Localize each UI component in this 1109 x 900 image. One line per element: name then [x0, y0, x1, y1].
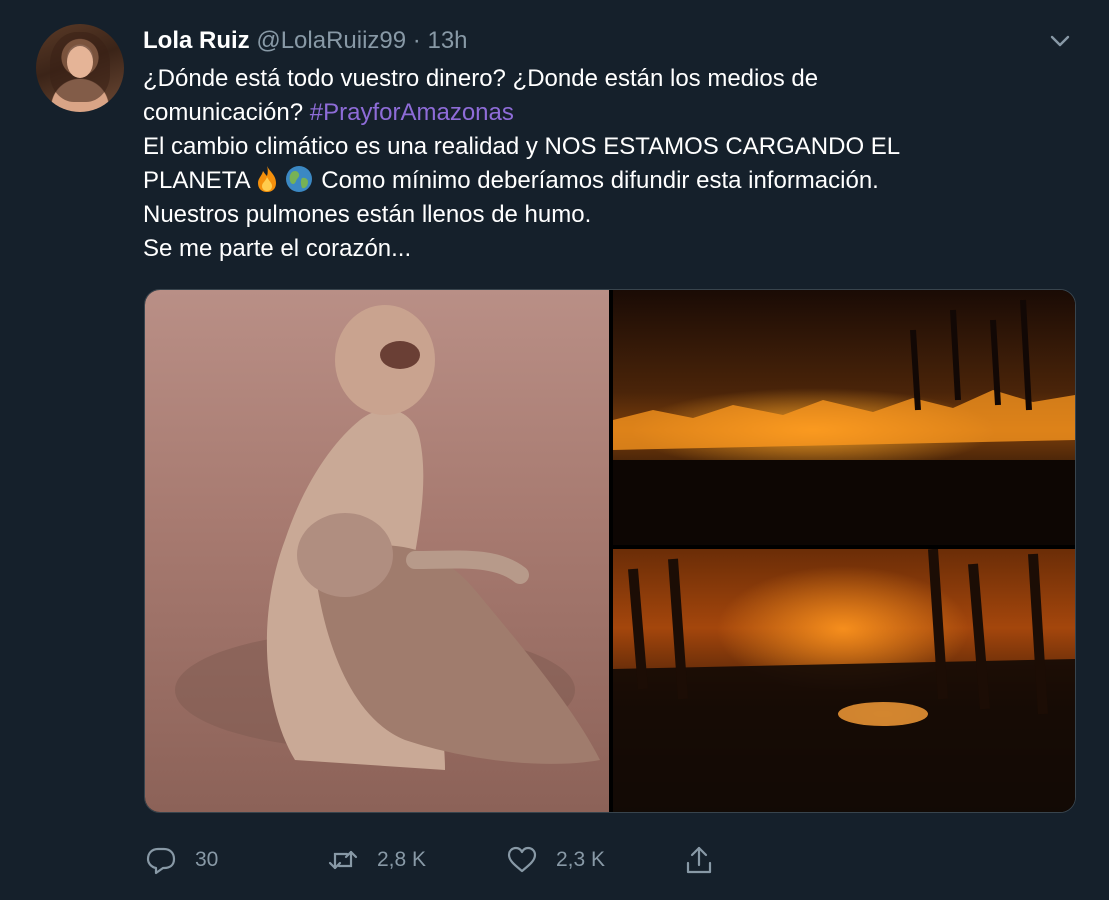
tweet-line-4-text: PLANETA: [143, 167, 251, 194]
monkey-illustration: [175, 305, 600, 770]
like-icon: [507, 846, 537, 873]
tweet: Lola Ruiz @LolaRuiiz99 · 13h ¿Dónde está…: [0, 0, 1109, 900]
reply-icon: [146, 847, 176, 875]
retweet-icon: [328, 850, 358, 870]
like-count: 2,3 K: [556, 848, 606, 871]
tweet-line-7: Se me parte el corazón...: [143, 235, 412, 262]
tweet-line-4: PLANETA Como mínimo deberíamos difundir …: [143, 164, 1073, 198]
forest-fire-photo-top[interactable]: [613, 290, 1075, 545]
media-grid: [144, 289, 1076, 813]
author-name[interactable]: Lola Ruiz: [143, 27, 250, 54]
share-icon: [686, 846, 712, 874]
tweet-line-6: Nuestros pulmones están llenos de humo.: [143, 201, 592, 228]
tweet-time[interactable]: 13h: [427, 27, 467, 54]
fire-illustration-top: [613, 299, 1075, 545]
tweet-line-5: Como mínimo deberíamos difundir esta inf…: [321, 167, 879, 194]
header-separator: ·: [412, 27, 421, 54]
fire-emoji: [257, 166, 276, 192]
retweet-button[interactable]: 2,8 K: [327, 838, 426, 882]
avatar[interactable]: [36, 24, 124, 112]
globe-emoji: [285, 166, 312, 192]
tweet-header: Lola Ruiz @LolaRuiiz99 · 13h: [143, 27, 468, 55]
forest-fire-photo-bottom[interactable]: [613, 548, 1075, 812]
like-button[interactable]: 2,3 K: [506, 838, 605, 882]
tweet-text: ¿Dónde está todo vuestro dinero? ¿Donde …: [143, 62, 1073, 266]
tweet-line-3: El cambio climático es una realidad y NO…: [143, 133, 901, 160]
tweet-line-2: comunicación? #PrayforAmazonas: [143, 96, 1073, 130]
share-button[interactable]: [683, 838, 733, 882]
fire-illustration-bottom: [613, 548, 1075, 812]
monkey-photo[interactable]: [145, 290, 609, 812]
reply-button[interactable]: 30: [145, 838, 218, 882]
avatar-face: [67, 46, 93, 78]
author-handle[interactable]: @LolaRuiiz99: [256, 27, 406, 54]
tweet-actions: 30 2,8 K 2,3 K: [143, 838, 743, 882]
tweet-line-1: ¿Dónde está todo vuestro dinero? ¿Donde …: [143, 65, 819, 92]
hashtag-link[interactable]: #PrayforAmazonas: [310, 99, 514, 126]
chevron-down-icon[interactable]: [1046, 30, 1074, 52]
reply-count: 30: [195, 848, 219, 871]
tweet-line-2-text: comunicación?: [143, 99, 304, 126]
retweet-count: 2,8 K: [377, 848, 427, 871]
